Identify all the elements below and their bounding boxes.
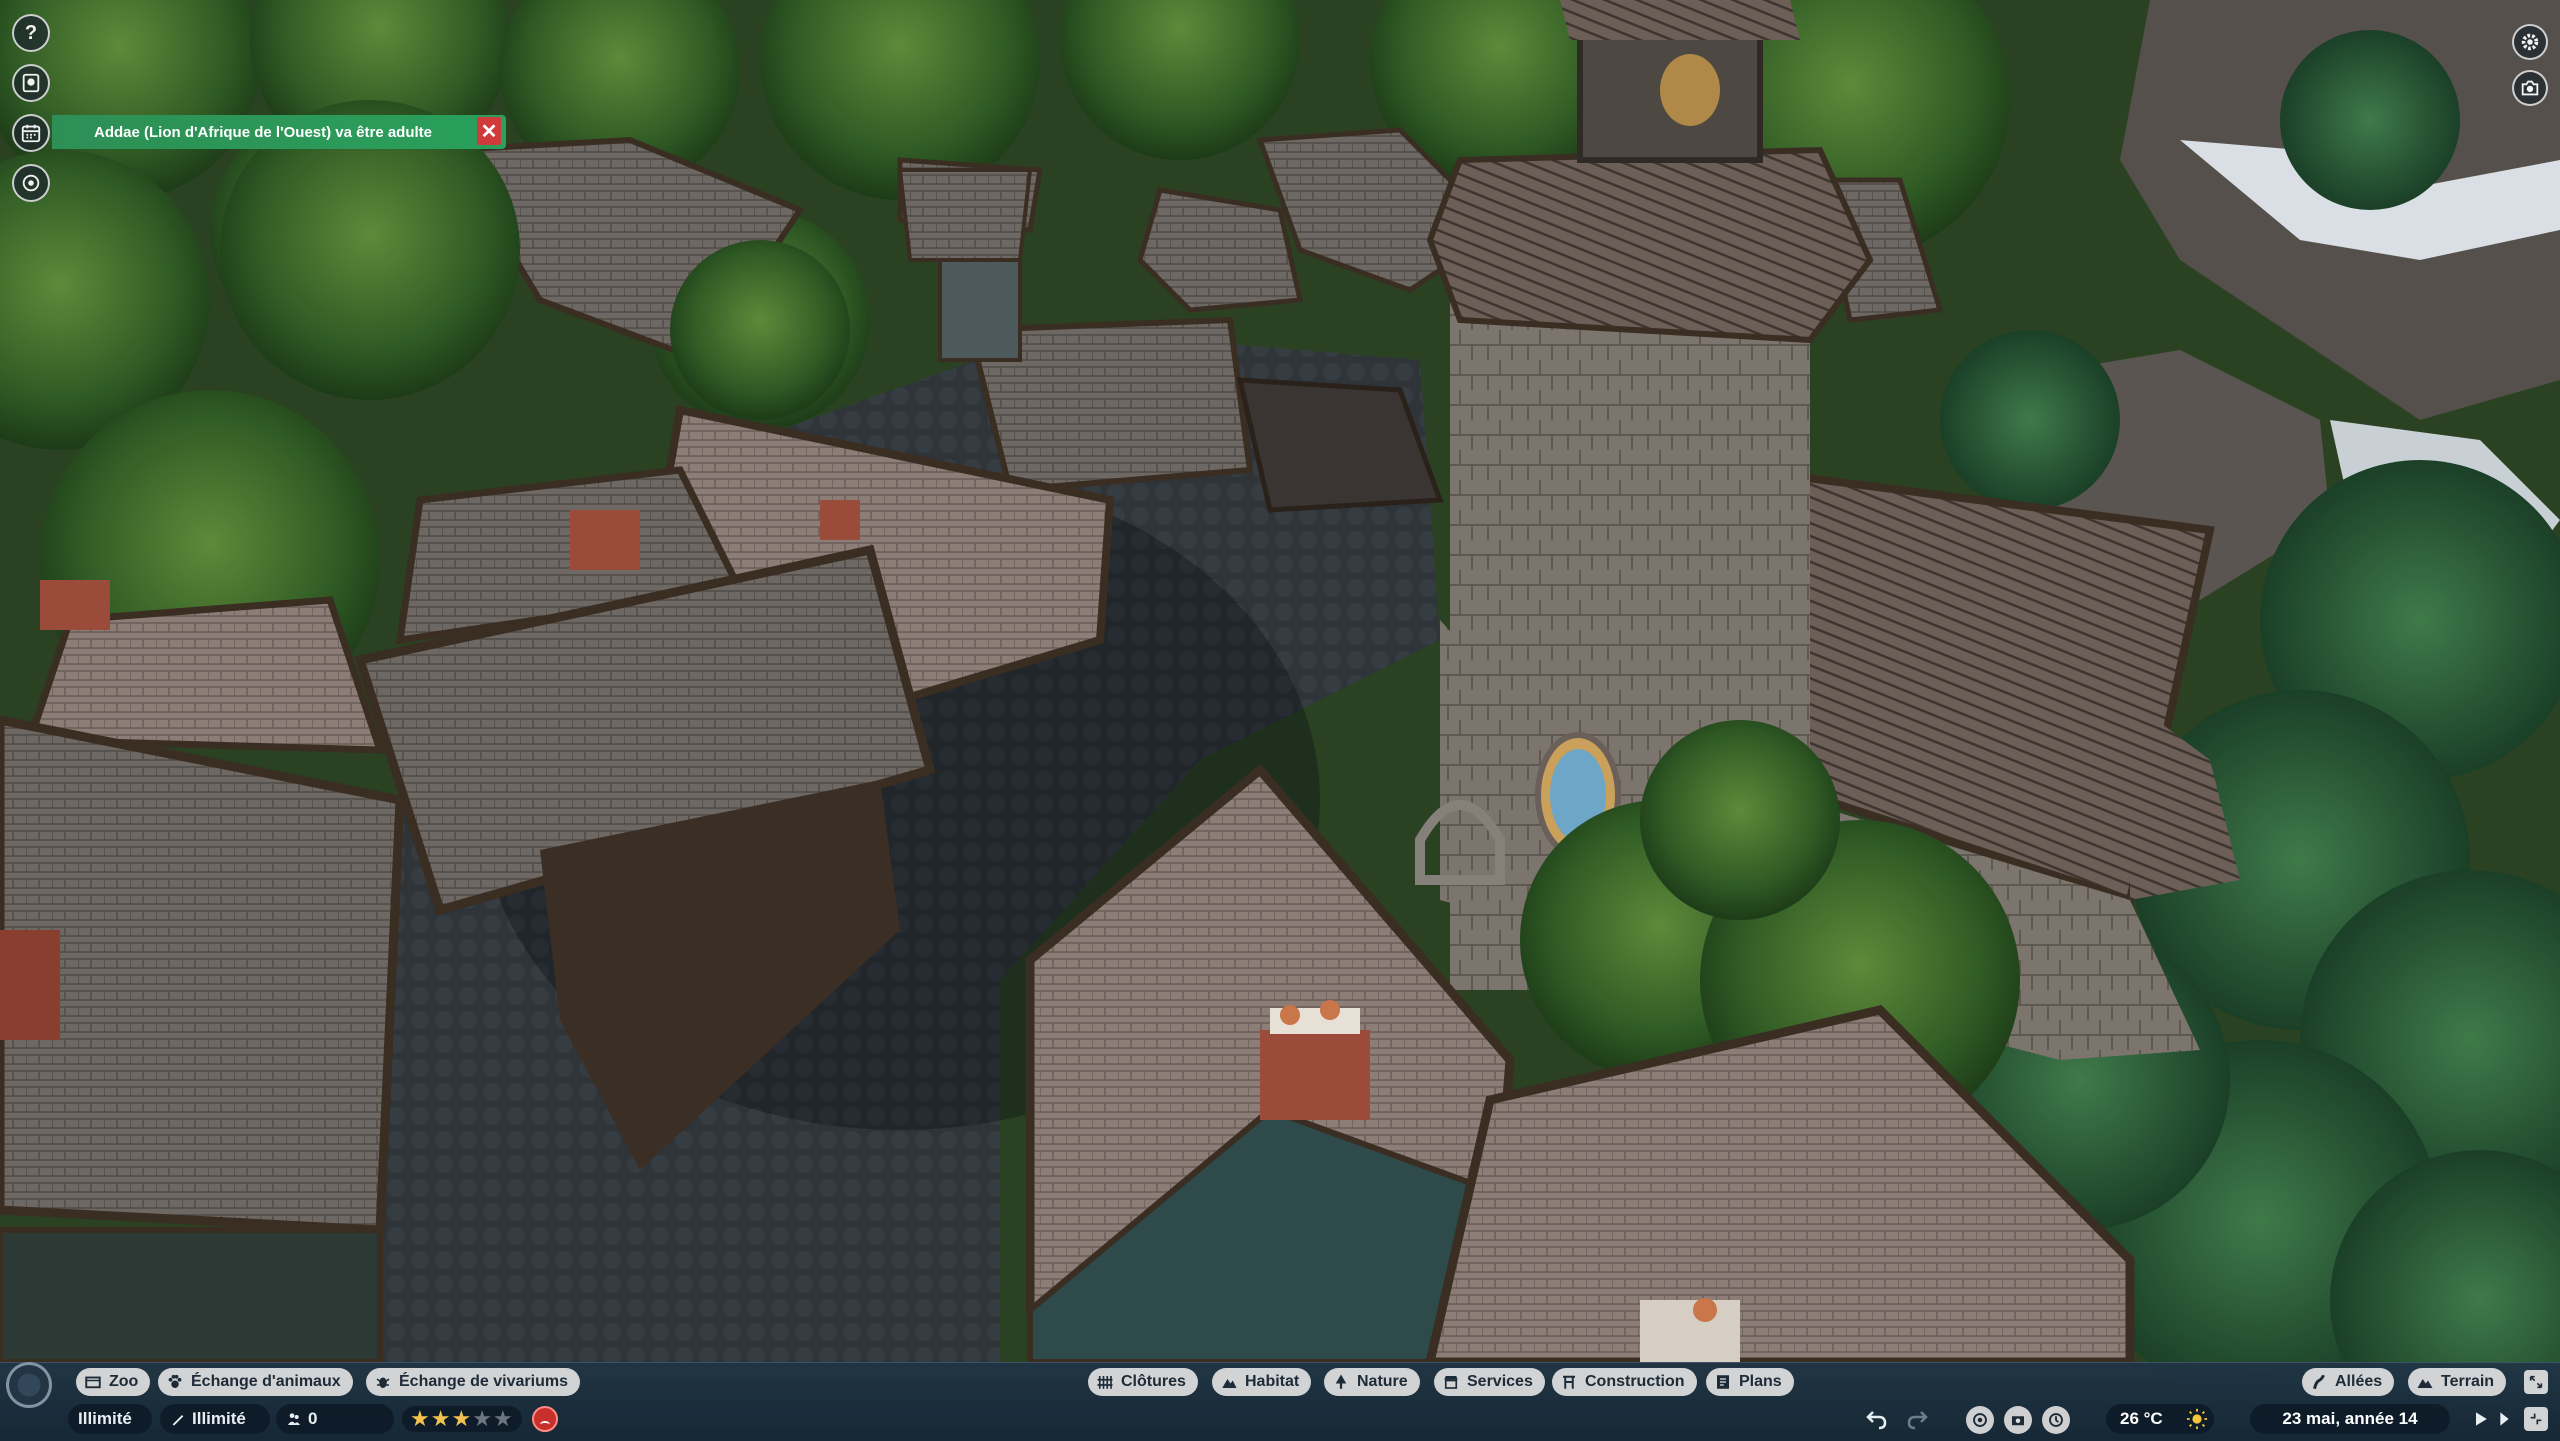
tab-label: Zoo bbox=[109, 1373, 139, 1390]
star-icon: ★ bbox=[410, 1406, 430, 1431]
star-icon: ★ bbox=[430, 1406, 451, 1431]
tab-label: Nature bbox=[1357, 1373, 1408, 1390]
star-icon: ★ bbox=[451, 1406, 472, 1431]
tab-animal-trading[interactable]: Échange d'animaux bbox=[158, 1368, 353, 1396]
habitat-icon bbox=[1222, 1379, 1237, 1388]
camera-mode-icon[interactable] bbox=[1966, 1406, 1994, 1434]
money-value: Illimité bbox=[78, 1409, 132, 1428]
tab-fences[interactable]: Clôtures bbox=[1088, 1368, 1198, 1396]
tab-label: Terrain bbox=[2441, 1373, 2495, 1390]
tab-zoo[interactable]: Zoo bbox=[76, 1368, 151, 1396]
star-icon: ★ bbox=[492, 1406, 513, 1431]
tab-plans[interactable]: Plans bbox=[1706, 1368, 1794, 1396]
tab-label: Habitat bbox=[1245, 1373, 1300, 1390]
path-icon bbox=[2313, 1374, 2325, 1390]
notification-message: Addae (Lion d'Afrique de l'Ouest) va êtr… bbox=[94, 123, 433, 141]
tab-terrain[interactable]: Terrain bbox=[2408, 1368, 2507, 1396]
zoo-scene[interactable] bbox=[0, 0, 2560, 1440]
research-stat[interactable]: Illimité bbox=[160, 1404, 270, 1434]
game-viewport[interactable] bbox=[0, 0, 2560, 1440]
sun-icon bbox=[2186, 1408, 2208, 1430]
expand-icon[interactable] bbox=[2524, 1370, 2548, 1394]
redo-icon[interactable] bbox=[1904, 1406, 1930, 1432]
tab-paths[interactable]: Allées bbox=[2302, 1368, 2395, 1396]
overlay-eye-icon[interactable] bbox=[12, 164, 50, 202]
zoo-rating[interactable]: ★ ★ ★ ★ ★ bbox=[402, 1406, 522, 1432]
left-hud: ? bbox=[12, 14, 50, 214]
tree-icon bbox=[1335, 1374, 1347, 1389]
notification-banner[interactable]: Addae (Lion d'Afrique de l'Ouest) va êtr… bbox=[52, 115, 506, 149]
fast-forward-icon[interactable] bbox=[2494, 1406, 2520, 1432]
paw-icon bbox=[168, 1374, 182, 1388]
money-stat[interactable]: Illimité bbox=[68, 1404, 152, 1434]
close-icon[interactable]: ✕ bbox=[477, 117, 501, 145]
tab-services[interactable]: Services bbox=[1434, 1368, 1545, 1396]
date-value: 23 mai, année 14 bbox=[2282, 1409, 2418, 1428]
research-icon bbox=[172, 1415, 184, 1426]
calendar-icon[interactable] bbox=[12, 114, 50, 152]
tab-vivarium-trading[interactable]: Échange de vivariums bbox=[366, 1368, 580, 1396]
camera-dial-icon[interactable] bbox=[6, 1362, 52, 1408]
happiness-indicator-icon[interactable] bbox=[532, 1406, 558, 1432]
temperature-value: 26 °C bbox=[2120, 1409, 2163, 1428]
star-icon: ★ bbox=[472, 1406, 492, 1431]
minimize-toolbar-icon[interactable] bbox=[2524, 1407, 2548, 1431]
guests-icon bbox=[288, 1413, 300, 1425]
fence-icon bbox=[1097, 1376, 1113, 1389]
tab-label: Clôtures bbox=[1121, 1373, 1186, 1390]
tab-label: Échange d'animaux bbox=[191, 1373, 341, 1390]
zoopedia-icon[interactable] bbox=[12, 64, 50, 102]
terrain-icon bbox=[2417, 1379, 2433, 1388]
zoo-icon bbox=[85, 1376, 101, 1389]
undo-icon[interactable] bbox=[1864, 1406, 1890, 1432]
time-speed-icon[interactable] bbox=[2042, 1406, 2070, 1434]
photo-mode-icon[interactable] bbox=[2004, 1406, 2032, 1434]
settings-gear-icon[interactable] bbox=[2512, 24, 2548, 60]
tab-habitat[interactable]: Habitat bbox=[1212, 1368, 1312, 1396]
guests-value: 0 bbox=[308, 1409, 318, 1428]
research-value: Illimité bbox=[192, 1409, 246, 1428]
guests-stat[interactable]: 0 bbox=[276, 1404, 394, 1434]
construction-icon bbox=[1563, 1375, 1575, 1389]
shop-icon bbox=[1444, 1376, 1458, 1389]
blueprint-icon bbox=[1717, 1375, 1729, 1389]
help-icon[interactable]: ? bbox=[12, 14, 50, 52]
tab-label: Services bbox=[1467, 1373, 1533, 1390]
tab-label: Construction bbox=[1585, 1373, 1685, 1390]
tab-label: Échange de vivariums bbox=[399, 1373, 568, 1390]
tab-label: Allées bbox=[2335, 1373, 2383, 1390]
camera-icon[interactable] bbox=[2512, 70, 2548, 106]
play-icon[interactable] bbox=[2468, 1406, 2494, 1432]
bug-icon bbox=[376, 1377, 390, 1388]
tab-label: Plans bbox=[1739, 1373, 1782, 1390]
tab-construction[interactable]: Construction bbox=[1552, 1368, 1697, 1396]
tab-nature[interactable]: Nature bbox=[1324, 1368, 1420, 1396]
date-display[interactable]: 23 mai, année 14 bbox=[2250, 1404, 2450, 1434]
right-hud bbox=[2512, 24, 2548, 116]
